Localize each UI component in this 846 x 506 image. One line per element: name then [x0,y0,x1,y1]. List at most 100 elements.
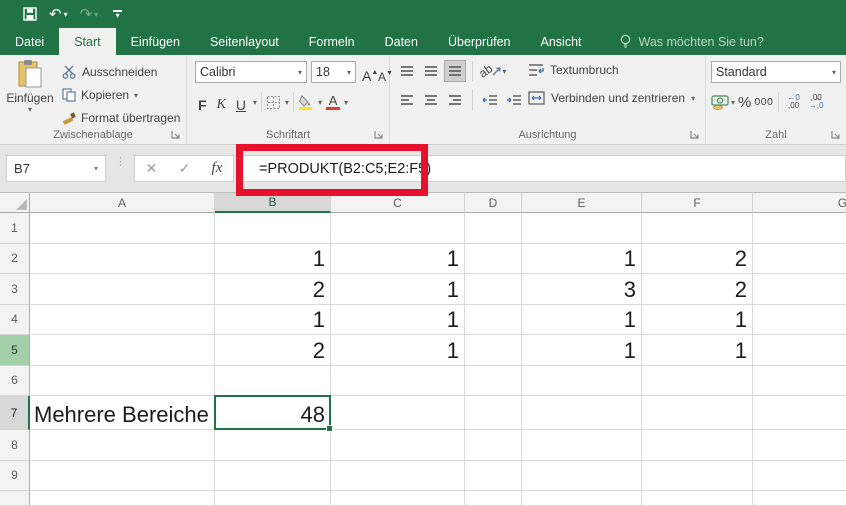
cell-B3[interactable]: 2 [215,274,331,305]
cell-E4[interactable]: 1 [522,305,642,336]
cell-C4[interactable]: 1 [331,305,465,336]
align-middle-button[interactable] [420,60,442,82]
wrap-text-button[interactable]: Textumbruch [528,63,619,77]
align-center-button[interactable] [420,89,442,111]
borders-icon[interactable] [266,95,281,110]
cell-B4[interactable]: 1 [215,305,331,336]
cell-E3[interactable]: 3 [522,274,642,305]
underline-caret-icon[interactable]: ▾ [253,98,257,107]
tab-start[interactable]: Start [59,28,116,55]
undo-caret-icon[interactable]: ▾ [64,10,68,19]
cell-F2[interactable]: 2 [642,244,753,275]
select-all-button[interactable] [0,193,30,213]
column-header-A[interactable]: A [30,193,215,213]
row-header-1[interactable]: 1 [0,213,30,244]
column-header-D[interactable]: D [465,193,522,213]
column-header-E[interactable]: E [522,193,642,213]
paste-button[interactable]: Einfügen ▾ [4,59,56,125]
align-right-button[interactable] [444,89,466,111]
decrease-decimal-button[interactable]: ,00 →,0 [806,91,827,113]
customize-qat-button[interactable]: ▾ [113,9,123,19]
format-painter-button[interactable]: Format übertragen [62,107,180,129]
bold-button[interactable]: F [195,91,210,113]
alignment-dialog-launcher[interactable] [690,130,701,141]
increase-indent-button[interactable] [503,89,525,111]
lightbulb-icon [620,34,630,48]
cell-F5[interactable]: 1 [642,335,753,366]
cell-F4[interactable]: 1 [642,305,753,336]
column-header-B[interactable]: B [215,193,331,213]
font-dialog-launcher[interactable] [374,130,385,141]
row-header-6[interactable]: 6 [0,365,30,396]
formula-input[interactable]: =PRODUKT(B2:C5;E2:F5) [236,155,846,182]
cell-C5[interactable]: 1 [331,335,465,366]
align-middle-icon [425,66,437,76]
underline-button[interactable]: U [233,91,249,113]
cell-B5[interactable]: 2 [215,335,331,366]
merge-center-button[interactable]: Verbinden und zentrieren ▾ [528,91,695,105]
row-header-7[interactable]: 7 [0,396,30,430]
tab-seitenlayout[interactable]: Seitenlayout [195,28,294,55]
tab-einfuegen[interactable]: Einfügen [116,28,195,55]
cell-A7[interactable]: Mehrere Bereiche [30,396,215,430]
cell-C2[interactable]: 1 [331,244,465,275]
tab-ueberpruefen[interactable]: Überprüfen [433,28,526,55]
clipboard-dialog-launcher[interactable] [171,130,182,141]
format-painter-label: Format übertragen [81,111,181,125]
italic-button[interactable]: K [214,91,229,113]
row-header-5[interactable]: 5 [0,335,30,366]
cell-B2[interactable]: 1 [215,244,331,275]
currency-format-button[interactable]: ▾ [711,94,735,110]
number-dialog-launcher[interactable] [831,130,842,141]
cancel-icon[interactable]: ✕ [146,160,158,177]
column-header-G[interactable]: G [753,193,846,213]
row-header-2[interactable]: 2 [0,243,30,274]
row-header-3[interactable]: 3 [0,274,30,305]
percent-style-button[interactable]: % [738,94,751,111]
font-name-caret-icon: ▾ [297,67,302,77]
column-header-C[interactable]: C [331,193,465,213]
decrease-indent-button[interactable] [479,89,501,111]
row-header-s9[interactable] [0,491,30,506]
enter-icon[interactable]: ✓ [179,160,191,177]
row-header-9[interactable]: 9 [0,460,30,491]
number-format-combo[interactable]: Standard ▾ [711,61,841,83]
tab-datei[interactable]: Datei [0,28,59,55]
tab-daten[interactable]: Daten [370,28,433,55]
row-header-4[interactable]: 4 [0,304,30,335]
cell-C3[interactable]: 1 [331,274,465,305]
font-size-combo[interactable]: 18 ▾ [311,61,356,83]
cell-E2[interactable]: 1 [522,244,642,275]
align-top-button[interactable] [396,60,418,82]
insert-function-icon[interactable]: fx [212,160,223,177]
orientation-button[interactable]: ab ▾ [476,61,506,80]
cell-E5[interactable]: 1 [522,335,642,366]
align-left-button[interactable] [396,89,418,111]
formula-bar-grip[interactable]: ⋮ [115,157,126,168]
fill-color-icon[interactable] [298,94,314,110]
fill-color-caret-icon[interactable]: ▾ [318,98,322,107]
redo-button[interactable]: ↷ ▾ [75,2,104,26]
font-name-combo[interactable]: Calibri ▾ [195,61,307,83]
align-bottom-button[interactable] [444,60,466,82]
cut-button[interactable]: Ausschneiden [62,61,157,83]
cell-F3[interactable]: 2 [642,274,753,305]
cell-B7[interactable]: 48 [215,396,331,430]
tab-ansicht[interactable]: Ansicht [526,28,597,55]
save-button[interactable] [18,2,42,26]
increase-decimal-button[interactable]: ←0 ,00 [784,91,802,113]
comma-style-button[interactable]: 000 [754,96,773,108]
tab-formeln[interactable]: Formeln [294,28,370,55]
font-group-label: Schriftart [265,129,310,141]
name-box[interactable]: B7 ▾ [6,155,106,182]
font-color-button[interactable]: A [326,94,341,110]
name-box-caret-icon[interactable]: ▾ [94,164,98,173]
copy-button[interactable]: Kopieren ▾ [62,84,138,106]
column-header-F[interactable]: F [642,193,753,213]
currency-icon [711,95,729,110]
tell-me-box[interactable]: Was möchten Sie tun? [619,28,764,55]
font-color-caret-icon[interactable]: ▾ [344,98,348,107]
borders-caret-icon[interactable]: ▾ [285,98,289,107]
undo-button[interactable]: ↶ ▾ [44,2,73,26]
row-header-8[interactable]: 8 [0,430,30,461]
